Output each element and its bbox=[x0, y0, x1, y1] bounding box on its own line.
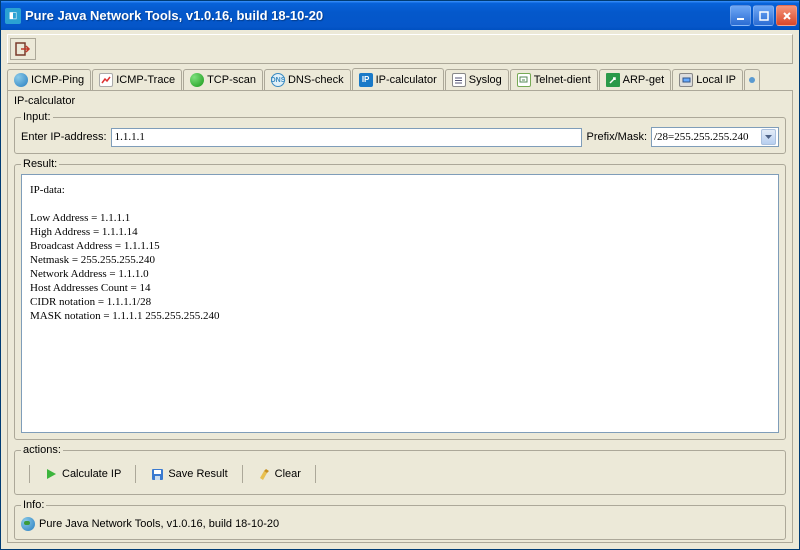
input-legend: Input: bbox=[21, 111, 53, 123]
ip-icon: IP bbox=[359, 73, 373, 87]
tab-label: Syslog bbox=[469, 74, 502, 86]
prefix-mask-value: /28=255.255.255.240 bbox=[654, 131, 759, 143]
tab-arp-get[interactable]: ARP-get bbox=[599, 69, 672, 90]
separator bbox=[29, 465, 30, 483]
button-label: Save Result bbox=[168, 468, 227, 480]
syslog-icon bbox=[452, 73, 466, 87]
play-icon bbox=[44, 467, 58, 481]
info-group: Info: Pure Java Network Tools, v1.0.16, … bbox=[14, 499, 786, 540]
tab-label: Local IP bbox=[696, 74, 736, 86]
result-legend: Result: bbox=[21, 158, 59, 170]
exit-icon bbox=[15, 42, 31, 56]
trace-icon bbox=[99, 73, 113, 87]
tab-ip-calculator[interactable]: IP IP-calculator bbox=[352, 68, 444, 91]
app-icon: ◧ bbox=[5, 8, 21, 24]
window-title: Pure Java Network Tools, v1.0.16, build … bbox=[25, 8, 730, 23]
tab-bar: ICMP-Ping ICMP-Trace TCP-scan DNS DNS-ch… bbox=[7, 68, 793, 91]
tab-local-ip[interactable]: Local IP bbox=[672, 69, 743, 90]
scan-icon bbox=[190, 73, 204, 87]
ip-calculator-panel: IP-calculator bbox=[14, 95, 786, 107]
separator bbox=[135, 465, 136, 483]
tab-label: ICMP-Trace bbox=[116, 74, 175, 86]
tabs-scroll-right[interactable] bbox=[744, 69, 760, 90]
actions-legend: actions: bbox=[21, 444, 63, 456]
tab-label: TCP-scan bbox=[207, 74, 256, 86]
panel-legend: IP-calculator bbox=[14, 95, 75, 107]
ping-icon bbox=[14, 73, 28, 87]
tab-label: ARP-get bbox=[623, 74, 665, 86]
tab-tcp-scan[interactable]: TCP-scan bbox=[183, 69, 263, 90]
button-label: Clear bbox=[275, 468, 301, 480]
result-group: Result: IP-data: Low Address = 1.1.1.1 H… bbox=[14, 158, 786, 440]
calculate-ip-button[interactable]: Calculate IP bbox=[38, 463, 127, 485]
telnet-icon bbox=[517, 73, 531, 87]
tab-dns-check[interactable]: DNS DNS-check bbox=[264, 69, 351, 90]
tab-label: IP-calculator bbox=[376, 74, 437, 86]
local-ip-icon bbox=[679, 73, 693, 87]
chevron-right-icon bbox=[748, 76, 756, 84]
arp-icon bbox=[606, 73, 620, 87]
ip-address-input[interactable] bbox=[111, 128, 583, 147]
exit-button[interactable] bbox=[10, 38, 36, 60]
tab-label: ICMP-Ping bbox=[31, 74, 84, 86]
actions-group: actions: Calculate IP Save Result bbox=[14, 444, 786, 495]
tab-syslog[interactable]: Syslog bbox=[445, 69, 509, 90]
close-button[interactable] bbox=[776, 5, 797, 26]
title-bar: ◧ Pure Java Network Tools, v1.0.16, buil… bbox=[1, 1, 799, 30]
save-result-button[interactable]: Save Result bbox=[144, 463, 233, 485]
button-label: Calculate IP bbox=[62, 468, 121, 480]
info-text: Pure Java Network Tools, v1.0.16, build … bbox=[39, 518, 279, 530]
ip-address-label: Enter IP-address: bbox=[21, 131, 107, 143]
tab-icmp-ping[interactable]: ICMP-Ping bbox=[7, 69, 91, 90]
minimize-button[interactable] bbox=[730, 5, 751, 26]
globe-icon bbox=[21, 517, 35, 531]
info-legend: Info: bbox=[21, 499, 46, 511]
save-icon bbox=[150, 467, 164, 481]
chevron-down-icon bbox=[761, 129, 776, 145]
dns-icon: DNS bbox=[271, 73, 285, 87]
result-text[interactable]: IP-data: Low Address = 1.1.1.1 High Addr… bbox=[21, 174, 779, 433]
toolbar bbox=[7, 34, 793, 64]
separator bbox=[315, 465, 316, 483]
tab-label: Telnet-dient bbox=[534, 74, 591, 86]
tab-icmp-trace[interactable]: ICMP-Trace bbox=[92, 69, 182, 90]
prefix-mask-select[interactable]: /28=255.255.255.240 bbox=[651, 127, 779, 147]
maximize-button[interactable] bbox=[753, 5, 774, 26]
clear-icon bbox=[257, 467, 271, 481]
clear-button[interactable]: Clear bbox=[251, 463, 307, 485]
input-group: Input: Enter IP-address: Prefix/Mask: /2… bbox=[14, 111, 786, 154]
tab-label: DNS-check bbox=[288, 74, 344, 86]
separator bbox=[242, 465, 243, 483]
prefix-mask-label: Prefix/Mask: bbox=[586, 131, 647, 143]
tab-telnet-client[interactable]: Telnet-dient bbox=[510, 69, 598, 90]
